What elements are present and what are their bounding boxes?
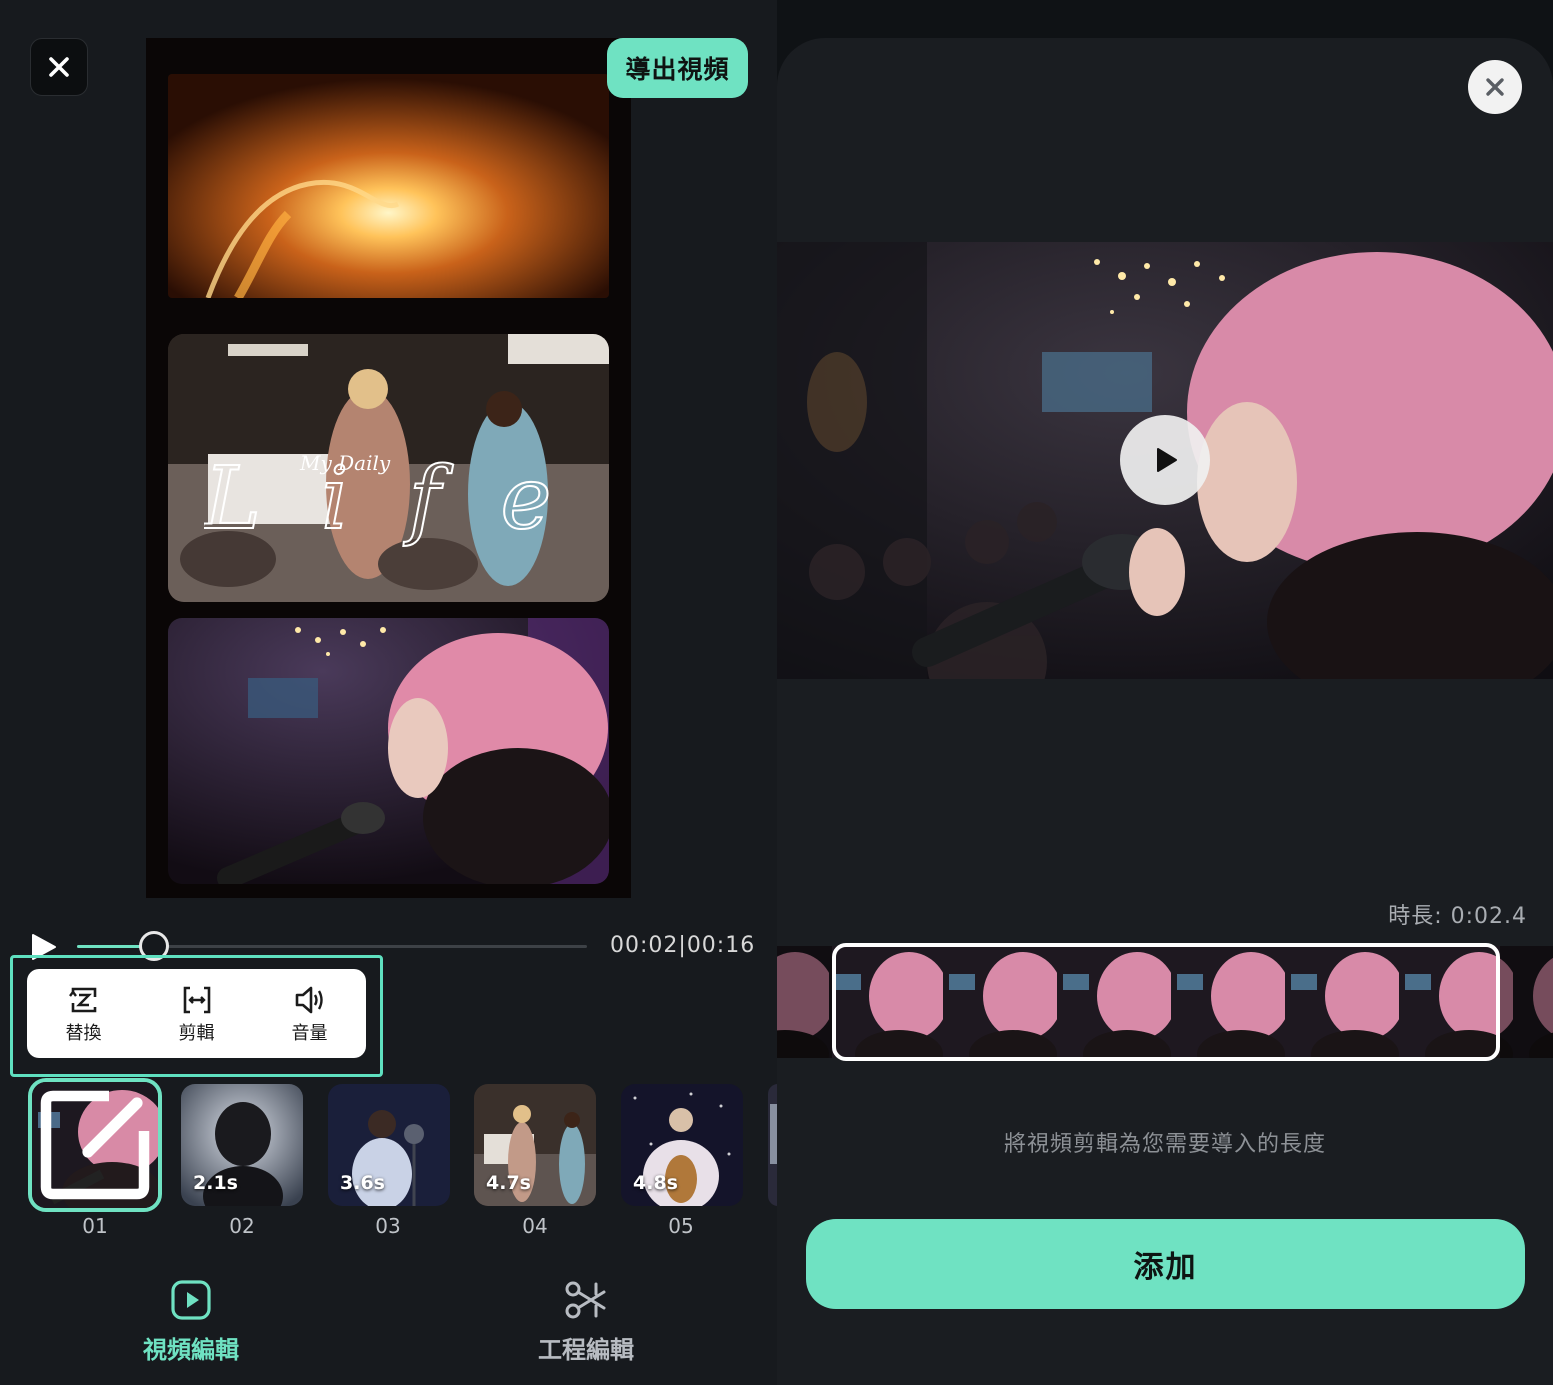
close-icon [1486, 78, 1504, 96]
filmstrip-dim-left [777, 946, 832, 1058]
close-trim-sheet-button[interactable] [1468, 60, 1522, 114]
clip-thumb-04[interactable]: 4.7s [474, 1084, 596, 1206]
clip-number: 01 [82, 1214, 108, 1238]
volume-icon [295, 986, 323, 1013]
nav-project-edit-label: 工程編輯 [538, 1336, 634, 1364]
clip-toolbar: 替換 剪輯 音量 [27, 969, 366, 1058]
filmstrip-dim-right [1500, 946, 1553, 1058]
close-icon [49, 57, 69, 77]
clip-thumb-03[interactable]: 3.6s [328, 1084, 450, 1206]
clip-thumb-01[interactable] [28, 1078, 162, 1212]
app-root: My Daily Life 導出視頻 00:02|00:16 替換 剪輯 音量 … [0, 0, 1553, 1385]
clip-number: 05 [668, 1214, 694, 1238]
nav-video-edit-label: 視頻編輯 [143, 1336, 239, 1364]
export-video-button[interactable]: 導出視頻 [607, 38, 748, 98]
replace-button[interactable]: 替換 [27, 969, 140, 1058]
edit-icon [40, 1090, 150, 1200]
playback-progress-bar[interactable] [77, 931, 587, 961]
clip-number: 02 [229, 1214, 255, 1238]
close-editor-button[interactable] [30, 38, 88, 96]
volume-button[interactable]: 音量 [253, 969, 366, 1058]
trim-label: 剪輯 [178, 1022, 215, 1044]
preview-frame-fire[interactable] [168, 74, 609, 298]
volume-label: 音量 [291, 1022, 328, 1044]
trim-hint: 將視頻剪輯為您需要導入的長度 [1003, 1132, 1326, 1157]
time-readout: 00:02|00:16 [610, 933, 756, 958]
replace-icon [68, 987, 96, 1012]
selected-duration: 時長: 0:02.4 [1388, 904, 1527, 929]
editor-panel: My Daily Life 導出視頻 00:02|00:16 替換 剪輯 音量 … [0, 0, 777, 1385]
add-button[interactable]: 添加 [806, 1219, 1525, 1309]
preview-frame-singer[interactable] [168, 618, 609, 884]
clip-thumb-06[interactable] [768, 1084, 777, 1206]
clip-duration: 2.1s [193, 1172, 238, 1194]
trim-icon [183, 986, 210, 1013]
nav-video-edit[interactable]: 視頻編輯 [143, 1278, 239, 1365]
clip-number: 03 [375, 1214, 401, 1238]
template-preview: My Daily Life [146, 38, 631, 898]
trim-button[interactable]: 剪輯 [140, 969, 253, 1058]
trim-sheet [777, 38, 1553, 1385]
clip-thumb-05[interactable]: 4.8s [621, 1084, 743, 1206]
play-icon [1157, 448, 1177, 472]
trim-selection-frame[interactable] [832, 943, 1500, 1061]
clip-duration: 4.7s [486, 1172, 531, 1194]
project-edit-icon [565, 1281, 606, 1319]
clip-number: 04 [522, 1214, 548, 1238]
preview-frame-dancers[interactable] [168, 334, 609, 602]
clip-list: 01 2.1s 02 3.6s 03 4.7s 04 4.8s 05 [0, 1078, 777, 1248]
clip-thumb-02[interactable]: 2.1s [181, 1084, 303, 1206]
clip-duration: 3.6s [340, 1172, 385, 1194]
nav-project-edit[interactable]: 工程編輯 [538, 1278, 634, 1365]
video-edit-icon [171, 1280, 211, 1320]
replace-label: 替換 [65, 1022, 102, 1044]
preview-play-button[interactable] [1120, 415, 1210, 505]
clip-duration: 4.8s [633, 1172, 678, 1194]
